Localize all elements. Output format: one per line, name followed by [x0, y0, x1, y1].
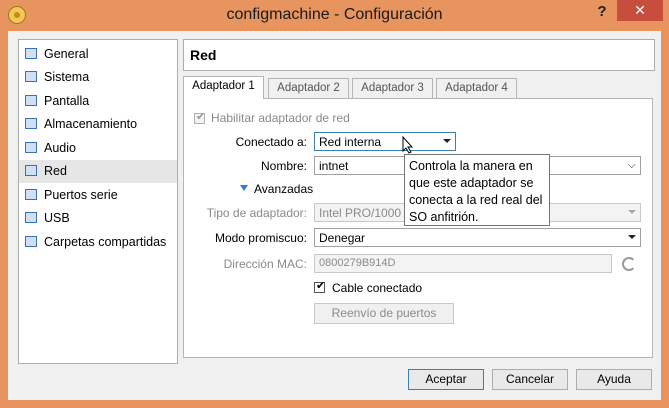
sidebar-item-audio[interactable]: Audio [19, 137, 177, 160]
mac-address-label: Dirección MAC: [223, 257, 307, 271]
settings-window: configmachine - Configuración ? ✕ Genera… [0, 0, 669, 408]
sidebar-item-label: Almacenamiento [44, 117, 138, 131]
check-icon: ✔ [316, 280, 326, 292]
system-icon [25, 71, 37, 82]
mouse-cursor-icon [402, 136, 414, 154]
dropdown-arrow-icon [628, 210, 636, 214]
sidebar-item-label: Puertos serie [44, 188, 118, 202]
help-button[interactable]: Ayuda [576, 369, 652, 390]
tab-adaptador-1[interactable]: Adaptador 1 [183, 76, 264, 99]
sidebar-item-almacenamiento[interactable]: Almacenamiento [19, 113, 177, 136]
enable-adapter-checkbox[interactable]: ✔ [194, 111, 206, 124]
sidebar-item-pantalla[interactable]: Pantalla [19, 90, 177, 113]
general-icon [25, 48, 37, 59]
sidebar-item-label: General [44, 47, 89, 61]
attached-to-value: Red interna [319, 135, 382, 149]
network-name-value: intnet [319, 159, 349, 173]
audio-icon [25, 142, 37, 153]
shared-folders-icon [25, 236, 37, 247]
accept-button[interactable]: Aceptar [408, 369, 484, 390]
enable-adapter-label: Habilitar adaptador de red [211, 111, 350, 125]
settings-sidebar: General Sistema Pantalla Almacenamiento … [18, 39, 178, 364]
sidebar-item-label: USB [44, 211, 70, 225]
sidebar-item-general[interactable]: General [19, 43, 177, 66]
section-header: Red [183, 39, 655, 71]
check-icon: ✔ [196, 111, 206, 123]
sidebar-item-label: Red [44, 164, 67, 178]
dialog-body: General Sistema Pantalla Almacenamiento … [8, 31, 661, 400]
promiscuous-mode-select[interactable]: Denegar [314, 228, 641, 247]
sidebar-item-label: Audio [44, 141, 76, 155]
title-bar[interactable]: configmachine - Configuración ? ✕ [0, 0, 669, 31]
dropdown-arrow-icon [628, 235, 636, 239]
port-forwarding-button[interactable]: Reenvío de puertos [314, 303, 454, 324]
storage-icon [25, 118, 37, 129]
name-label: Nombre: [260, 159, 307, 173]
tooltip: Controla la manera en que este adaptador… [404, 154, 550, 226]
serial-ports-icon [25, 189, 37, 200]
promiscuous-label: Modo promiscuo: [214, 231, 307, 245]
page-title: Red [190, 47, 217, 63]
refresh-mac-icon[interactable] [622, 257, 636, 271]
tab-adaptador-2[interactable]: Adaptador 2 [268, 78, 349, 99]
window-title: configmachine - Configuración [226, 6, 443, 23]
sidebar-item-label: Pantalla [44, 94, 90, 108]
sidebar-item-sistema[interactable]: Sistema [19, 66, 177, 89]
advanced-toggle[interactable]: Avanzadas [254, 182, 313, 196]
sidebar-item-carpetas-compartidas[interactable]: Carpetas compartidas [19, 231, 177, 254]
chevron-down-icon: ⌵ [627, 159, 636, 171]
network-icon [25, 165, 37, 176]
tooltip-text: Controla la manera en que este adaptador… [409, 159, 543, 224]
expand-triangle-icon[interactable] [240, 185, 248, 191]
display-icon [25, 95, 37, 106]
dropdown-arrow-icon [443, 139, 451, 143]
tab-adaptador-3[interactable]: Adaptador 3 [352, 78, 433, 99]
cable-connected-checkbox[interactable]: ✔ [314, 280, 326, 293]
sidebar-item-label: Sistema [44, 70, 90, 84]
adapter-type-label: Tipo de adaptador: [206, 206, 307, 220]
cable-connected-label: Cable conectado [332, 281, 423, 295]
mac-address-field[interactable]: 0800279B914D [314, 254, 612, 273]
usb-icon [25, 212, 37, 223]
sidebar-item-red[interactable]: Red [19, 160, 177, 183]
mac-address-value: 0800279B914D [319, 257, 396, 269]
cancel-button[interactable]: Cancelar [492, 369, 568, 390]
help-title-button[interactable]: ? [587, 0, 617, 24]
sidebar-item-label: Carpetas compartidas [44, 235, 167, 249]
sidebar-item-puertos-serie[interactable]: Puertos serie [19, 184, 177, 207]
attached-to-label: Conectado a: [235, 135, 307, 149]
promiscuous-mode-value: Denegar [319, 231, 366, 245]
attached-to-select[interactable]: Red interna [314, 132, 456, 151]
sidebar-item-usb[interactable]: USB [19, 207, 177, 230]
close-button[interactable]: ✕ [617, 0, 663, 21]
tab-adaptador-4[interactable]: Adaptador 4 [436, 78, 517, 99]
